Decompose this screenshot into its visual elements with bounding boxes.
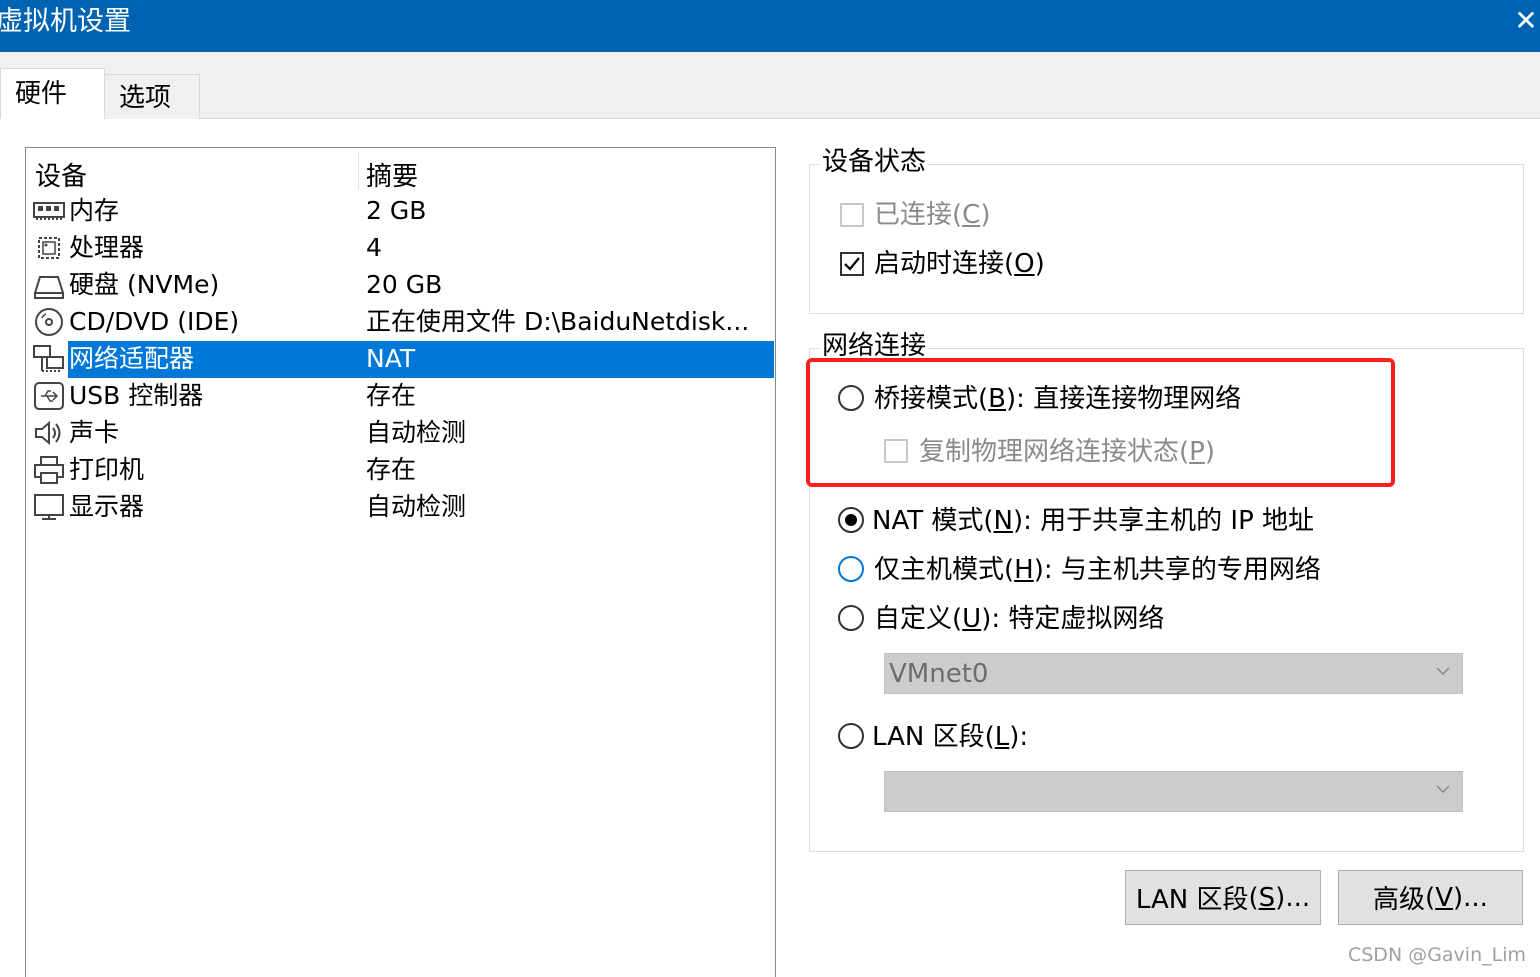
cd-icon (35, 308, 63, 336)
network-connection-legend: 网络连接 (820, 331, 929, 361)
lan-segment-accesskey: L (994, 722, 1010, 752)
nat-text: NAT 模式 (872, 506, 984, 536)
close-icon[interactable]: ✕ (1512, 0, 1540, 40)
connect-at-power-on-accesskey: O (1014, 249, 1035, 279)
device-status-legend: 设备状态 (820, 147, 929, 177)
device-summary: 自动检测 (366, 418, 467, 447)
nat-accesskey: N (993, 506, 1013, 536)
device-list[interactable]: 设备 摘要 内存 2 GB 处理器 4 硬盘 (NVMe) 20 GB CD/D… (25, 147, 776, 977)
lan-segment-select[interactable] (884, 771, 1463, 812)
disk-icon (33, 276, 65, 299)
device-row-network-adapter[interactable]: 网络适配器 NAT (28, 341, 774, 378)
host-only-radio[interactable] (838, 556, 864, 582)
connect-at-power-on-text: 启动时连接 (874, 249, 1005, 279)
device-summary: 20 GB (366, 270, 443, 299)
network-icon (33, 345, 64, 372)
device-name: 处理器 (69, 233, 145, 262)
device-name: 声卡 (69, 418, 120, 447)
highlight-annotation-box (806, 358, 1395, 487)
device-list-header: 设备 摘要 (26, 148, 775, 192)
device-summary: 2 GB (366, 196, 427, 225)
nat-desc: : 用于共享主机的 IP 地址 (1023, 506, 1315, 536)
device-summary: 存在 (366, 381, 417, 410)
advanced-button[interactable]: 高级(V)... (1338, 870, 1523, 925)
window-title: 虚拟机设置 (0, 6, 131, 37)
device-row-disk[interactable]: 硬盘 (NVMe) 20 GB (28, 267, 774, 304)
custom-accesskey: U (962, 604, 982, 634)
device-summary: NAT (366, 343, 416, 375)
connected-text: 已连接 (874, 200, 953, 230)
title-bar: 虚拟机设置 ✕ (0, 0, 1540, 52)
advanced-button-text: 高级 (1373, 885, 1426, 915)
chevron-down-icon (1436, 667, 1450, 676)
host-only-text: 仅主机模式 (874, 555, 1005, 585)
device-summary: 存在 (366, 455, 417, 484)
custom-radio[interactable] (838, 605, 864, 631)
lan-segment-label: LAN 区段(L): (872, 722, 1029, 752)
lan-segment-text: LAN 区段 (872, 722, 985, 752)
advanced-accesskey: V (1435, 882, 1453, 913)
host-only-accesskey: H (1014, 555, 1034, 585)
tab-hardware[interactable]: 硬件 (0, 68, 105, 120)
device-name: USB 控制器 (69, 381, 204, 410)
device-status-group: 设备状态 (809, 147, 1524, 314)
monitor-icon (34, 494, 64, 520)
device-row-sound[interactable]: 声卡 自动检测 (28, 415, 774, 452)
advanced-ellipsis: ... (1463, 882, 1488, 913)
lan-segments-ellipsis: ... (1285, 882, 1311, 913)
custom-label: 自定义(U): 特定虚拟网络 (874, 604, 1165, 634)
device-row-usb[interactable]: USB 控制器 存在 (28, 378, 774, 415)
lan-segments-button-text: LAN 区段 (1135, 885, 1249, 915)
device-summary: 自动检测 (366, 492, 467, 521)
device-name: 显示器 (69, 492, 145, 521)
host-only-label: 仅主机模式(H): 与主机共享的专用网络 (874, 555, 1321, 585)
device-row-memory[interactable]: 内存 2 GB (28, 193, 774, 230)
cpu-icon (38, 237, 60, 259)
chevron-down-icon (1436, 785, 1450, 794)
nat-label: NAT 模式(N): 用于共享主机的 IP 地址 (872, 506, 1315, 536)
column-separator[interactable] (358, 152, 359, 190)
host-only-desc: : 与主机共享的专用网络 (1043, 555, 1321, 585)
connect-at-power-on-checkbox[interactable] (840, 252, 864, 276)
custom-text: 自定义 (874, 604, 953, 634)
custom-network-select[interactable]: VMnet0 (884, 653, 1463, 694)
memory-icon (33, 202, 65, 220)
device-row-cdrom[interactable]: CD/DVD (IDE) 正在使用文件 D:\BaiduNetdisk... (28, 304, 774, 341)
device-name: 内存 (69, 196, 120, 225)
printer-icon (34, 456, 64, 484)
column-header-device[interactable]: 设备 (35, 156, 87, 193)
device-name: 硬盘 (NVMe) (69, 270, 220, 299)
device-name: CD/DVD (IDE) (69, 307, 240, 336)
tab-options-label: 选项 (119, 83, 172, 113)
tab-options[interactable]: 选项 (104, 74, 200, 119)
device-summary: 4 (366, 233, 382, 262)
tab-strip: 硬件 选项 (0, 52, 1540, 120)
custom-network-value: VMnet0 (889, 659, 989, 689)
nat-radio[interactable] (838, 507, 864, 533)
device-row-display[interactable]: 显示器 自动检测 (28, 489, 774, 526)
connected-accesskey: C (962, 200, 981, 230)
usb-icon (34, 382, 64, 410)
speaker-icon (35, 420, 61, 446)
custom-desc: : 特定虚拟网络 (991, 604, 1165, 634)
radio-selected-dot (845, 514, 857, 526)
connected-checkbox[interactable] (840, 203, 864, 227)
device-row-printer[interactable]: 打印机 存在 (28, 452, 774, 489)
watermark: CSDN @Gavin_Lim (1347, 944, 1526, 966)
tab-content: 设备 摘要 内存 2 GB 处理器 4 硬盘 (NVMe) 20 GB CD/D… (0, 119, 1540, 977)
column-header-summary[interactable]: 摘要 (366, 156, 418, 193)
device-row-processor[interactable]: 处理器 4 (28, 230, 774, 267)
connect-at-power-on-label: 启动时连接(O) (874, 249, 1045, 279)
device-name: 网络适配器 (69, 343, 195, 375)
device-summary: 正在使用文件 D:\BaiduNetdisk... (366, 307, 750, 336)
lan-segment-desc: : (1019, 722, 1029, 752)
lan-segments-accesskey: S (1258, 882, 1276, 913)
checkmark-icon (844, 257, 860, 271)
device-name: 打印机 (69, 455, 145, 484)
connected-label: 已连接(C) (874, 200, 991, 230)
tab-hardware-label: 硬件 (15, 79, 68, 109)
lan-segment-radio[interactable] (838, 723, 864, 749)
lan-segments-button[interactable]: LAN 区段(S)... (1125, 870, 1321, 925)
